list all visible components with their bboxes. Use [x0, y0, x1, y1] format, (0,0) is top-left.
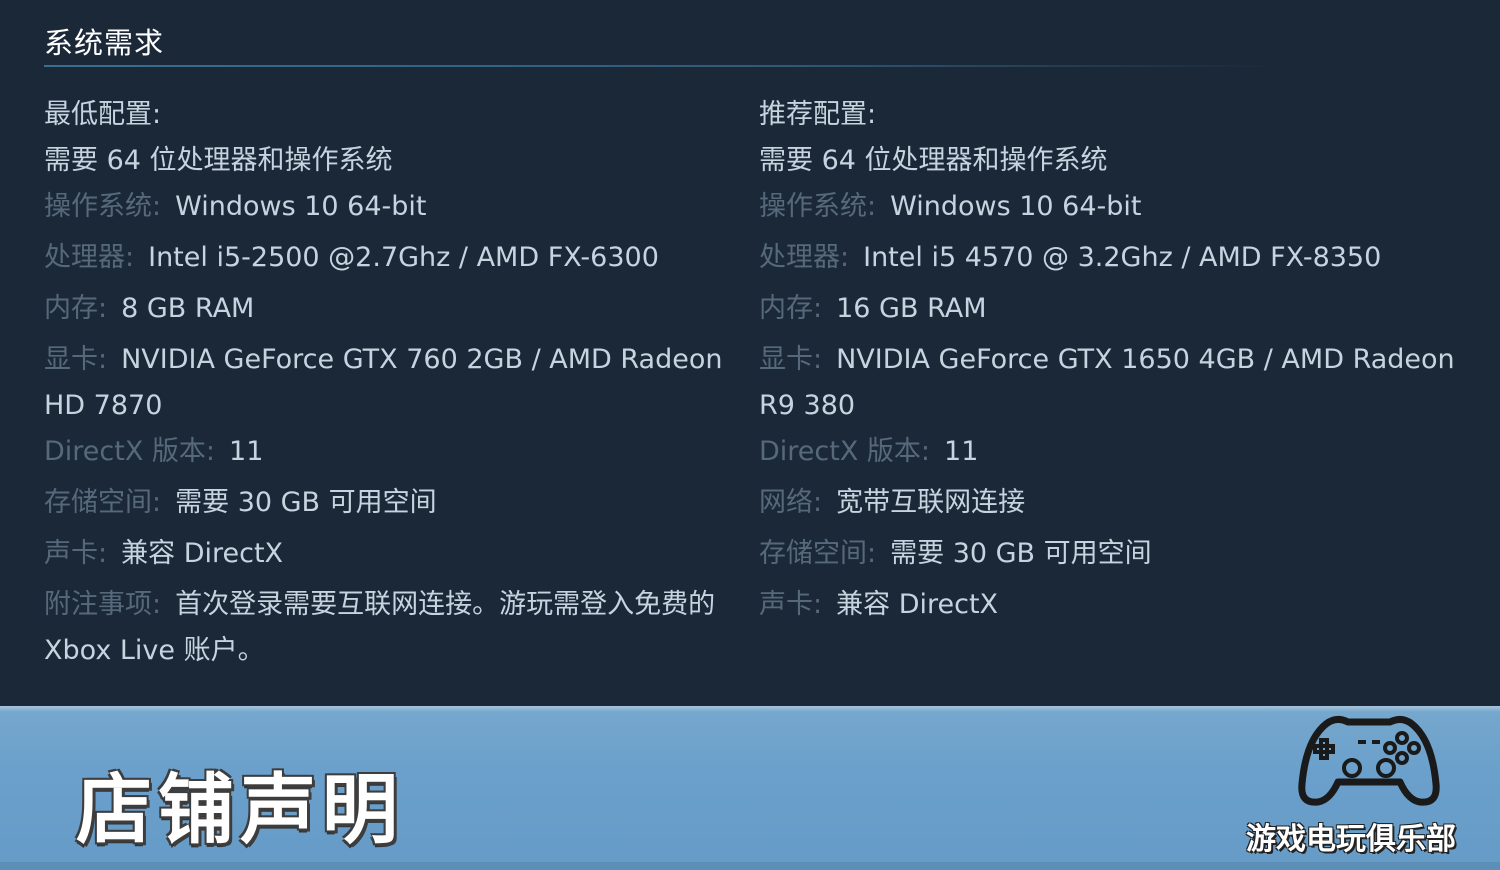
minimum-row-storage: 存储空间: 需要 30 GB 可用空间 — [44, 480, 744, 526]
recommended-row-memory: 内存: 16 GB RAM — [759, 286, 1479, 332]
requirement-value: Intel i5-2500 @2.7Ghz / AMD FX-6300 — [148, 242, 659, 273]
minimum-row-gpu: 显卡: NVIDIA GeForce GTX 760 2GB / AMD Rade… — [44, 337, 744, 383]
minimum-heading: 最低配置: — [44, 99, 162, 130]
requirement-label: 处理器: — [44, 242, 135, 273]
requirement-label: 显卡: — [44, 344, 108, 375]
requirement-label: 操作系统: — [44, 191, 162, 222]
recommended-requirements-column: 推荐配置: 需要 64 位处理器和操作系统 操作系统: Windows 10 64… — [759, 92, 1479, 628]
requirement-value: Intel i5 4570 @ 3.2Ghz / AMD FX-8350 — [863, 242, 1382, 273]
requirement-value: NVIDIA GeForce GTX 760 2GB / AMD Radeon — [121, 344, 723, 375]
minimum-row-gpu-cont: HD 7870 — [44, 390, 163, 421]
requirement-label: 存储空间: — [44, 487, 162, 518]
system-requirements-section: 系统需求 最低配置: 需要 64 位处理器和操作系统 操作系统: Windows … — [0, 0, 1500, 706]
requirement-label: 显卡: — [759, 344, 823, 375]
recommended-row-sound: 声卡: 兼容 DirectX — [759, 582, 1479, 628]
minimum-row-notes-cont: Xbox Live 账户。 — [44, 635, 265, 666]
requirement-value: 首次登录需要互联网连接。游玩需登入免费的 — [175, 589, 716, 620]
requirement-value: 兼容 DirectX — [836, 589, 999, 620]
recommended-row-gpu: 显卡: NVIDIA GeForce GTX 1650 4GB / AMD Rad… — [759, 337, 1479, 383]
requirement-label: 附注事项: — [44, 589, 162, 620]
recommended-row-network: 网络: 宽带互联网连接 — [759, 480, 1479, 526]
requirement-value: 需要 30 GB 可用空间 — [890, 538, 1152, 569]
recommended-row-os: 操作系统: Windows 10 64-bit — [759, 184, 1479, 230]
recommended-row-storage: 存储空间: 需要 30 GB 可用空间 — [759, 531, 1479, 577]
gamepad-icon — [1298, 715, 1440, 806]
minimum-64bit-note: 需要 64 位处理器和操作系统 — [44, 145, 393, 176]
requirement-value: 宽带互联网连接 — [836, 487, 1026, 518]
banner-bottom-strip — [0, 862, 1500, 870]
requirement-value: NVIDIA GeForce GTX 1650 4GB / AMD Radeon — [836, 344, 1455, 375]
requirement-label: 声卡: — [759, 589, 823, 620]
recommended-heading: 推荐配置: — [759, 99, 877, 130]
minimum-row-memory: 内存: 8 GB RAM — [44, 286, 744, 332]
banner-title: 店铺声明 — [76, 765, 404, 854]
requirement-value: 兼容 DirectX — [121, 538, 284, 569]
requirement-label: 存储空间: — [759, 538, 877, 569]
requirement-label: 内存: — [44, 293, 108, 324]
requirement-label: 声卡: — [44, 538, 108, 569]
requirement-value: 需要 30 GB 可用空间 — [175, 487, 437, 518]
requirement-label: DirectX 版本: — [759, 436, 931, 467]
recommended-row-gpu-cont: R9 380 — [759, 390, 856, 421]
minimum-requirements-column: 最低配置: 需要 64 位处理器和操作系统 操作系统: Windows 10 64… — [44, 92, 744, 674]
requirement-value: 8 GB RAM — [121, 293, 255, 324]
requirement-label: 网络: — [759, 487, 823, 518]
recommended-64bit-note: 需要 64 位处理器和操作系统 — [759, 145, 1108, 176]
title-divider — [44, 65, 1274, 67]
requirement-label: DirectX 版本: — [44, 436, 216, 467]
club-name: 游戏电玩俱乐部 — [1246, 822, 1456, 857]
recommended-row-directx: DirectX 版本: 11 — [759, 429, 1479, 475]
recommended-row-cpu: 处理器: Intel i5 4570 @ 3.2Ghz / AMD FX-8350 — [759, 235, 1479, 281]
requirement-value: 16 GB RAM — [836, 293, 987, 324]
section-title: 系统需求 — [44, 26, 165, 60]
requirement-value: Windows 10 64-bit — [890, 191, 1142, 222]
minimum-row-notes: 附注事项: 首次登录需要互联网连接。游玩需登入免费的 — [44, 582, 744, 628]
requirement-value: Windows 10 64-bit — [175, 191, 427, 222]
minimum-row-os: 操作系统: Windows 10 64-bit — [44, 184, 744, 230]
store-notice-banner: 店铺声明 游戏电玩俱乐部 — [0, 706, 1500, 870]
requirement-value: 11 — [944, 436, 979, 467]
requirement-value: 11 — [229, 436, 264, 467]
requirement-label: 处理器: — [759, 242, 850, 273]
requirement-label: 内存: — [759, 293, 823, 324]
minimum-row-sound: 声卡: 兼容 DirectX — [44, 531, 744, 577]
requirement-label: 操作系统: — [759, 191, 877, 222]
minimum-row-directx: DirectX 版本: 11 — [44, 429, 744, 475]
minimum-row-cpu: 处理器: Intel i5-2500 @2.7Ghz / AMD FX-6300 — [44, 235, 744, 281]
